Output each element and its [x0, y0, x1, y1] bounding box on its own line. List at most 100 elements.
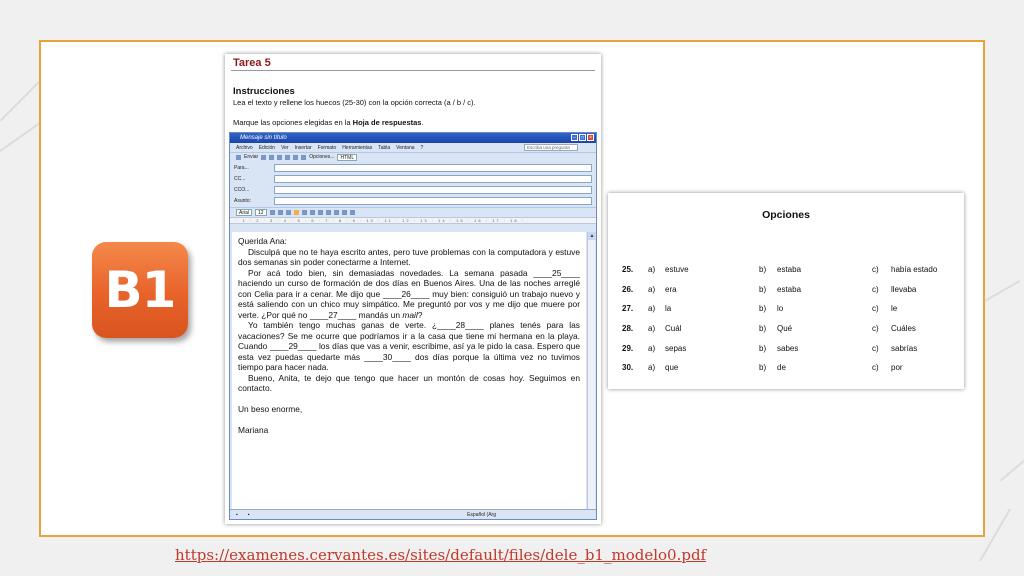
option-a-letter: a) — [648, 265, 656, 274]
option-a-letter: a) — [648, 344, 656, 353]
option-b-letter: b) — [759, 265, 767, 274]
option-c-letter: c) — [872, 324, 879, 333]
option-b-letter: b) — [759, 363, 767, 372]
to-field[interactable] — [274, 163, 592, 172]
instructions-text: Lea el texto y rellene los huecos (25-30… — [233, 98, 476, 107]
options-title: Opciones — [762, 209, 810, 221]
maximize-icon[interactable]: □ — [579, 134, 586, 141]
option-c-text: había estado — [891, 265, 938, 274]
ruler: · 1 · 2 · 3 · 4 · 5 · 6 · 7 · 8 · 9 · 10… — [230, 217, 596, 224]
status-bar: ▪ ▪ Español (Arg — [230, 509, 596, 519]
close-icon[interactable]: × — [587, 134, 594, 141]
check-names-icon[interactable] — [277, 154, 283, 160]
menu-ver[interactable]: Ver — [281, 145, 289, 151]
option-c-letter: c) — [872, 363, 879, 372]
font-size-select[interactable]: 12 — [255, 209, 267, 216]
bcc-field[interactable] — [274, 185, 592, 194]
flag-icon[interactable] — [293, 154, 299, 160]
cc-label[interactable]: CC... — [234, 176, 274, 182]
align-right-icon[interactable] — [309, 210, 315, 215]
subject-field[interactable] — [274, 196, 592, 205]
option-a-letter: a) — [648, 304, 656, 313]
option-a-text: sepas — [665, 344, 687, 353]
attach-icon[interactable] — [261, 154, 267, 160]
format-select[interactable]: HTML — [337, 153, 358, 161]
menu-ventana[interactable]: Ventana — [396, 145, 414, 151]
option-b-letter: b) — [759, 324, 767, 333]
level-badge: B1 — [92, 242, 188, 338]
email-body[interactable]: Querida Ana: Disculpá que no te haya esc… — [232, 232, 586, 509]
option-c-letter: c) — [872, 265, 879, 274]
bold-icon[interactable] — [269, 210, 275, 215]
option-number: 29. — [622, 344, 634, 353]
option-row: 26. a) era b) estaba c) llevaba — [608, 285, 964, 297]
menu-bar: Archivo Edición Ver Insertar Formato Her… — [230, 143, 596, 152]
minimize-icon[interactable]: – — [571, 134, 578, 141]
priority-icon[interactable] — [285, 154, 291, 160]
justify-icon[interactable] — [317, 210, 323, 215]
font-name-select[interactable]: Arial — [236, 209, 253, 216]
paragraph-4: Bueno, Anita, te dejo que tengo que hace… — [238, 372, 580, 394]
address-fields: Para... CC... CCO... Asunto: — [230, 161, 596, 207]
to-label[interactable]: Para... — [234, 165, 274, 171]
italic-icon[interactable] — [277, 210, 283, 215]
view-normal-icon[interactable]: ▪ — [236, 512, 238, 518]
option-b-letter: b) — [759, 304, 767, 313]
option-row: 29. a) sepas b) sabes c) sabrías — [608, 344, 964, 356]
option-a-text: era — [665, 285, 677, 294]
send-icon[interactable] — [236, 154, 241, 160]
email-window: Mensaje sin título – □ × Archivo Edición… — [229, 132, 597, 520]
indent-icon[interactable] — [333, 210, 339, 215]
option-row: 30. a) que b) de c) por — [608, 363, 964, 375]
align-left-icon[interactable] — [293, 210, 299, 215]
address-book-icon[interactable] — [269, 154, 275, 160]
menu-herramientas[interactable]: Herramientas — [342, 145, 372, 151]
option-b-letter: b) — [759, 344, 767, 353]
vertical-scrollbar[interactable]: ▲ — [587, 232, 596, 509]
underline-icon[interactable] — [285, 210, 291, 215]
options-button[interactable]: Opciones... — [309, 154, 334, 160]
menu-tabla[interactable]: Tabla — [378, 145, 390, 151]
standard-toolbar: Enviar Opciones... HTML — [230, 152, 596, 161]
menu-edicion[interactable]: Edición — [259, 145, 275, 151]
send-button[interactable]: Enviar — [244, 154, 258, 160]
source-link[interactable]: https://examenes.cervantes.es/sites/defa… — [175, 546, 706, 564]
window-title: Mensaje sin título — [240, 135, 287, 141]
signature: Mariana — [238, 425, 269, 435]
option-c-letter: c) — [872, 344, 879, 353]
decorative-line — [984, 280, 1021, 302]
menu-help[interactable]: ? — [421, 145, 424, 151]
view-web-icon[interactable]: ▪ — [248, 512, 250, 518]
menu-archivo[interactable]: Archivo — [236, 145, 253, 151]
align-center-icon[interactable] — [301, 210, 307, 215]
option-c-text: Cuáles — [891, 324, 916, 333]
option-b-text: lo — [777, 304, 784, 313]
option-c-letter: c) — [872, 304, 879, 313]
highlight-icon[interactable] — [341, 210, 347, 215]
closing: Un beso enorme, — [238, 404, 303, 414]
option-b-text: de — [777, 363, 786, 372]
list-icon[interactable] — [325, 210, 331, 215]
font-color-icon[interactable] — [349, 210, 355, 215]
menu-insertar[interactable]: Insertar — [295, 145, 312, 151]
window-titlebar: Mensaje sin título – □ × — [230, 133, 596, 143]
option-b-letter: b) — [759, 285, 767, 294]
option-a-letter: a) — [648, 285, 656, 294]
greeting: Querida Ana: — [238, 236, 287, 246]
scroll-up-icon[interactable]: ▲ — [588, 232, 596, 240]
paragraph-3: Yo también tengo muchas ganas de verte. … — [238, 320, 580, 372]
options-icon[interactable] — [301, 154, 307, 160]
option-row: 25. a) estuve b) estaba c) había estado — [608, 265, 964, 277]
option-b-text: estaba — [777, 265, 802, 274]
option-a-letter: a) — [648, 363, 656, 372]
option-number: 26. — [622, 285, 634, 294]
menu-formato[interactable]: Formato — [318, 145, 337, 151]
cc-field[interactable] — [274, 174, 592, 183]
option-row: 28. a) Cuál b) Qué c) Cuáles — [608, 324, 964, 336]
divider — [231, 70, 595, 71]
option-c-letter: c) — [872, 285, 879, 294]
bcc-label[interactable]: CCO... — [234, 187, 274, 193]
task-title: Tarea 5 — [233, 57, 271, 69]
help-search-input[interactable]: Escriba una pregunta — [524, 144, 578, 151]
option-c-text: le — [891, 304, 898, 313]
